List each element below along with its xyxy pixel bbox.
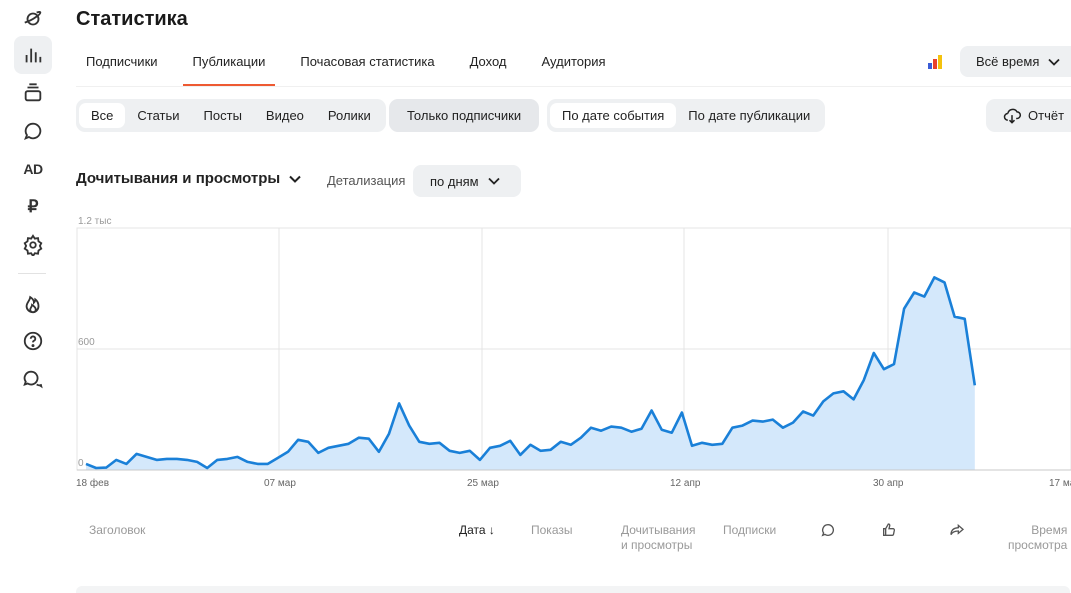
metric-select[interactable]: Дочитывания и просмотры bbox=[76, 170, 302, 187]
col-title[interactable]: Заголовок bbox=[89, 523, 145, 537]
ad-icon-text: AD bbox=[23, 161, 43, 177]
filter-video[interactable]: Видео bbox=[254, 103, 316, 128]
section-tabs: Подписчики Публикации Почасовая статисти… bbox=[76, 40, 631, 86]
series-area bbox=[86, 277, 975, 470]
report-button[interactable]: Отчёт bbox=[986, 99, 1071, 132]
x-tick-label: 17 ма bbox=[1049, 478, 1071, 489]
ad-icon[interactable]: AD bbox=[14, 150, 52, 188]
share-icon[interactable] bbox=[949, 522, 965, 541]
tab-audience[interactable]: Аудитория bbox=[532, 40, 616, 86]
stats-icon[interactable] bbox=[14, 36, 52, 74]
tab-income[interactable]: Доход bbox=[460, 40, 517, 86]
tab-hourly[interactable]: Почасовая статистика bbox=[290, 40, 444, 86]
chevron-down-icon bbox=[289, 175, 301, 183]
planet-icon[interactable] bbox=[14, 0, 52, 38]
sort-down-icon: ↓ bbox=[485, 523, 495, 537]
date-mode-event[interactable]: По дате события bbox=[550, 103, 677, 128]
comments-icon[interactable] bbox=[14, 112, 52, 150]
filter-shorts[interactable]: Ролики bbox=[316, 103, 383, 128]
chevron-down-icon bbox=[487, 177, 500, 185]
col-date[interactable]: Дата ↓ bbox=[459, 523, 495, 537]
x-tick-label: 18 фев bbox=[76, 477, 109, 489]
period-select[interactable]: Всё время bbox=[960, 46, 1071, 77]
col-impressions[interactable]: Показы bbox=[531, 523, 572, 537]
col-reads-line2: и просмотры bbox=[621, 538, 693, 552]
detail-value: по дням bbox=[430, 173, 479, 189]
page-title: Статистика bbox=[76, 8, 188, 30]
like-icon[interactable] bbox=[881, 522, 897, 541]
date-mode-publication[interactable]: По дате публикации bbox=[676, 103, 822, 128]
x-tick-label: 07 мар bbox=[264, 478, 296, 489]
table-header: Заголовок Дата ↓ Показы Дочитывания и пр… bbox=[76, 518, 1071, 558]
detail-label: Детализация bbox=[327, 173, 406, 188]
chevron-down-icon bbox=[1048, 58, 1060, 66]
col-reads[interactable]: Дочитывания и просмотры bbox=[621, 523, 696, 553]
y-tick-label: 1.2 тыс bbox=[78, 216, 111, 227]
col-watch-time-line2: просмотра bbox=[1008, 538, 1068, 552]
y-tick-label: 600 bbox=[78, 337, 95, 348]
views-chart: 0 600 1.2 тыс 18 фев 07 мар 25 мар 12 апр 30 ап… bbox=[0, 205, 1071, 500]
date-mode-filter: По дате события По дате публикации bbox=[547, 99, 826, 132]
x-tick-label: 25 мар bbox=[467, 478, 499, 489]
content-type-filter: Все Статьи Посты Видео Ролики bbox=[76, 99, 386, 132]
col-watch-time-line1: Время bbox=[1031, 523, 1068, 537]
filter-all[interactable]: Все bbox=[79, 103, 126, 128]
filter-posts[interactable]: Посты bbox=[192, 103, 254, 128]
period-label: Всё время bbox=[976, 54, 1040, 69]
detail-select[interactable]: по дням bbox=[413, 165, 521, 197]
tab-publications[interactable]: Публикации bbox=[182, 40, 276, 86]
chart-svg: 0 600 1.2 тыс 18 фев 07 мар 25 мар 12 апр 30 ап… bbox=[76, 216, 1071, 489]
col-reads-line1: Дочитывания bbox=[621, 523, 696, 537]
colored-bars-icon[interactable] bbox=[928, 53, 946, 69]
x-tick-label: 12 апр bbox=[670, 478, 701, 489]
tabs-divider bbox=[76, 86, 1071, 87]
report-label: Отчёт bbox=[1028, 108, 1065, 123]
tab-subscribers[interactable]: Подписчики bbox=[76, 40, 168, 86]
download-icon bbox=[1003, 108, 1021, 124]
filter-articles[interactable]: Статьи bbox=[125, 103, 191, 128]
comment-icon[interactable] bbox=[820, 522, 836, 541]
x-tick-label: 30 апр bbox=[873, 478, 904, 489]
col-subscriptions[interactable]: Подписки bbox=[723, 523, 776, 537]
publications-icon[interactable] bbox=[14, 74, 52, 112]
col-date-label: Дата bbox=[459, 523, 486, 537]
col-watch-time[interactable]: Время просмотра bbox=[1008, 523, 1067, 553]
table-row bbox=[76, 586, 1070, 593]
y-tick-label: 0 bbox=[78, 458, 84, 469]
metric-label: Дочитывания и просмотры bbox=[76, 170, 281, 187]
subscribers-only-toggle[interactable]: Только подписчики bbox=[389, 99, 540, 132]
